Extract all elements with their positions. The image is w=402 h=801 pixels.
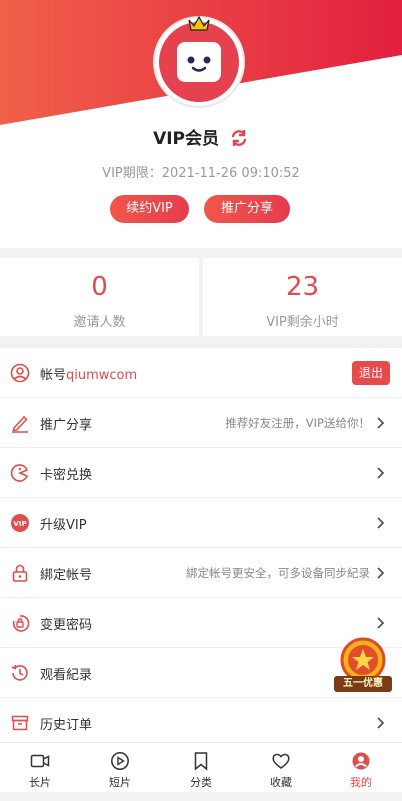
user-icon bbox=[352, 752, 370, 770]
user-circle-icon bbox=[10, 363, 30, 383]
tab-short-videos[interactable]: 短片 bbox=[80, 743, 160, 793]
menu-item-upgrade-vip[interactable]: VIP 升级VIP bbox=[0, 498, 402, 548]
may-day-promo-badge[interactable]: 五一优惠 bbox=[334, 636, 392, 698]
edit-share-icon bbox=[12, 415, 28, 433]
renew-vip-button[interactable]: 续约VIP bbox=[110, 195, 189, 223]
menu-item-account: 帐号qiumwcom 退出 bbox=[0, 348, 402, 398]
chevron-right-icon bbox=[377, 467, 385, 479]
video-icon bbox=[30, 754, 50, 768]
vip-title: VIP会员 bbox=[153, 129, 220, 149]
menu-label: 观看紀录 bbox=[40, 668, 93, 683]
heart-icon bbox=[272, 753, 290, 769]
menu-item-bind-account[interactable]: 綁定帐号 綁定帐号更安全，可多设备同步紀录 bbox=[0, 548, 402, 598]
menu-label: 历史订单 bbox=[40, 718, 93, 733]
tab-mine[interactable]: 我的 bbox=[321, 743, 401, 793]
play-circle-icon bbox=[111, 752, 129, 770]
menu-hint: 推荐好友注册，VIP送给你！ bbox=[225, 416, 370, 430]
menu-label: 升级VIP bbox=[40, 518, 87, 533]
lock-icon bbox=[12, 564, 28, 582]
card-redeem-icon bbox=[10, 464, 29, 482]
menu-label: 变更密码 bbox=[40, 618, 93, 633]
account-label: 帐号qiumwcom bbox=[40, 364, 137, 383]
profile-header: VIP会员 VIP期限：2021-11-26 09:10:52 续约VIP 推广… bbox=[0, 0, 402, 248]
history-icon bbox=[11, 664, 28, 681]
tab-label: 短片 bbox=[109, 776, 131, 789]
tab-long-videos[interactable]: 长片 bbox=[0, 743, 80, 793]
crown-icon bbox=[188, 15, 210, 31]
robot-face-icon bbox=[177, 42, 221, 82]
vip-hours-label: VIP剩余小时 bbox=[266, 315, 339, 330]
promote-share-button[interactable]: 推广分享 bbox=[204, 195, 290, 223]
order-box-icon bbox=[11, 715, 29, 731]
account-prefix: 帐号 bbox=[40, 368, 67, 383]
menu-label: 推广分享 bbox=[40, 418, 93, 433]
menu-item-order-history[interactable]: 历史订单 bbox=[0, 698, 402, 748]
account-name: qiumwcom bbox=[66, 368, 138, 383]
chevron-right-icon bbox=[377, 567, 385, 579]
tab-label: 长片 bbox=[29, 776, 51, 789]
invite-count-card: 0 邀请人数 bbox=[0, 258, 199, 336]
tab-label: 我的 bbox=[350, 776, 372, 789]
bookmark-icon bbox=[194, 752, 208, 771]
bottom-safe-area bbox=[0, 792, 402, 801]
vip-title-row: VIP会员 bbox=[0, 124, 402, 149]
chevron-right-icon bbox=[377, 617, 385, 629]
chevron-right-icon bbox=[377, 417, 385, 429]
vip-hours-card: 23 VIP剩余小时 bbox=[203, 258, 402, 336]
promo-label: 五一优惠 bbox=[334, 676, 392, 692]
menu-item-card-redeem[interactable]: 卡密兑换 bbox=[0, 448, 402, 498]
menu-label: 卡密兑换 bbox=[40, 468, 93, 483]
tab-label: 收藏 bbox=[270, 776, 292, 789]
menu-label: 綁定帐号 bbox=[40, 568, 93, 583]
invite-count: 0 bbox=[91, 272, 108, 302]
vip-expiry: VIP期限：2021-11-26 09:10:52 bbox=[102, 166, 300, 181]
tab-label: 分类 bbox=[190, 776, 212, 789]
chevron-right-icon bbox=[377, 717, 385, 729]
bottom-tab-bar: 长片 短片 分类 收藏 我的 bbox=[0, 742, 402, 792]
tab-categories[interactable]: 分类 bbox=[161, 743, 241, 793]
svg-text:VIP: VIP bbox=[13, 520, 26, 528]
avatar[interactable] bbox=[155, 15, 243, 106]
menu-item-promote-share[interactable]: 推广分享 推荐好友注册，VIP送给你！ bbox=[0, 398, 402, 448]
vip-hours-remaining: 23 bbox=[285, 272, 320, 302]
tab-favorites[interactable]: 收藏 bbox=[241, 743, 321, 793]
chevron-right-icon bbox=[377, 517, 385, 529]
avatar-image bbox=[159, 22, 239, 102]
password-lock-icon bbox=[12, 615, 30, 632]
invite-count-label: 邀请人数 bbox=[73, 315, 126, 330]
refresh-icon[interactable] bbox=[229, 128, 249, 148]
menu-hint: 綁定帐号更安全，可多设备同步紀录 bbox=[186, 566, 370, 580]
logout-button[interactable]: 退出 bbox=[352, 361, 390, 385]
vip-badge-icon: VIP bbox=[11, 514, 29, 532]
